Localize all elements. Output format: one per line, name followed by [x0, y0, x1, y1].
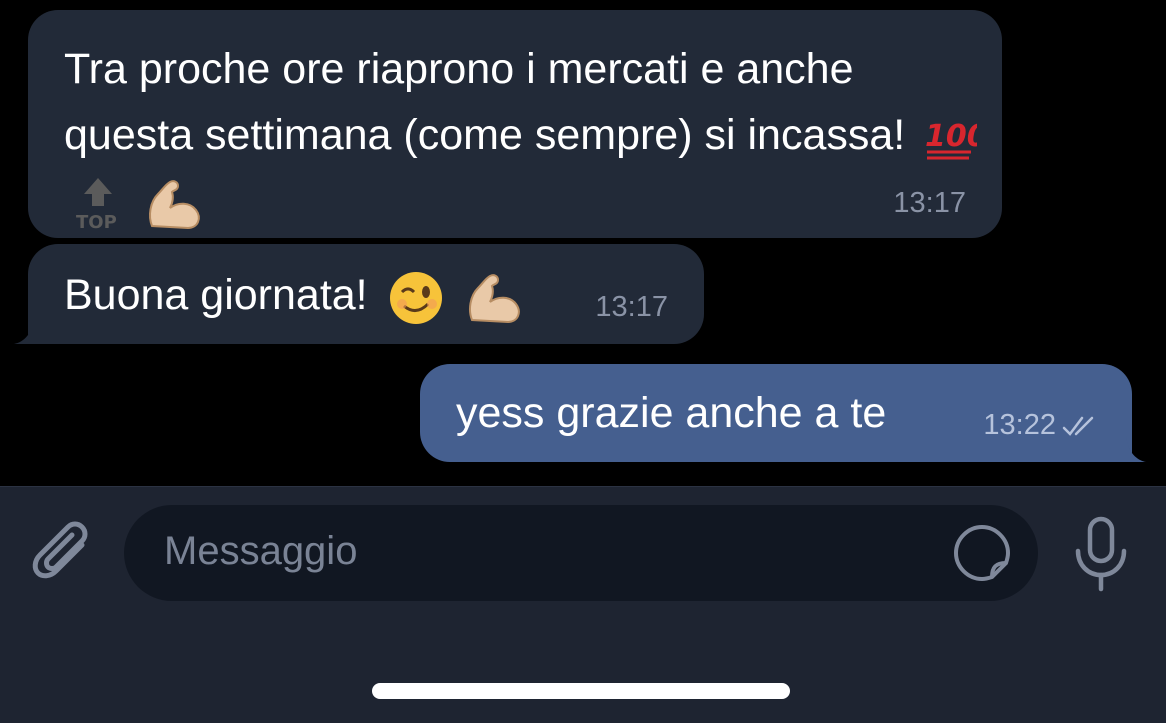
bubble-tail-outgoing [1104, 436, 1146, 462]
top-arrow-icon: TOP [76, 177, 117, 233]
svg-text:TOP: TOP [76, 212, 117, 233]
flexed-biceps-icon [148, 179, 200, 229]
message-bubble-incoming[interactable]: Tra proche ore riaprono i mercati e anch… [28, 10, 1002, 238]
sticker-icon[interactable] [952, 523, 1012, 583]
message-time: 13:22 [983, 409, 1056, 441]
read-double-check-icon [1062, 416, 1094, 436]
chat-area: Tra proche ore riaprono i mercati e anch… [0, 0, 1166, 486]
home-indicator[interactable] [372, 683, 790, 699]
message-composer: Messaggio [0, 486, 1166, 723]
message-text-content: yess grazie anche a te [456, 389, 887, 437]
message-bubble-outgoing[interactable]: yess grazie anche a te 13:22 [420, 364, 1132, 462]
microphone-icon[interactable] [1068, 515, 1134, 595]
message-text-content: Buona giornata! [64, 271, 368, 319]
message-time: 13:17 [595, 291, 668, 323]
paperclip-icon[interactable] [26, 517, 96, 587]
message-input-placeholder: Messaggio [164, 529, 358, 573]
svg-text:100: 100 [925, 119, 977, 154]
message-text: Tra proche ore riaprono i mercati e anch… [64, 36, 984, 234]
message-input[interactable]: Messaggio [124, 505, 1038, 601]
winking-face-icon [389, 271, 442, 324]
flexed-biceps-icon [468, 273, 520, 323]
message-text: Buona giornata! [64, 262, 668, 328]
100-icon: 100 [925, 119, 977, 160]
message-time: 13:17 [893, 187, 966, 219]
message-text-content: Tra proche ore riaprono i mercati e anch… [64, 45, 906, 159]
message-bubble-incoming[interactable]: Buona giornata! 13:17 [28, 244, 704, 344]
bubble-tail-incoming [14, 318, 54, 344]
